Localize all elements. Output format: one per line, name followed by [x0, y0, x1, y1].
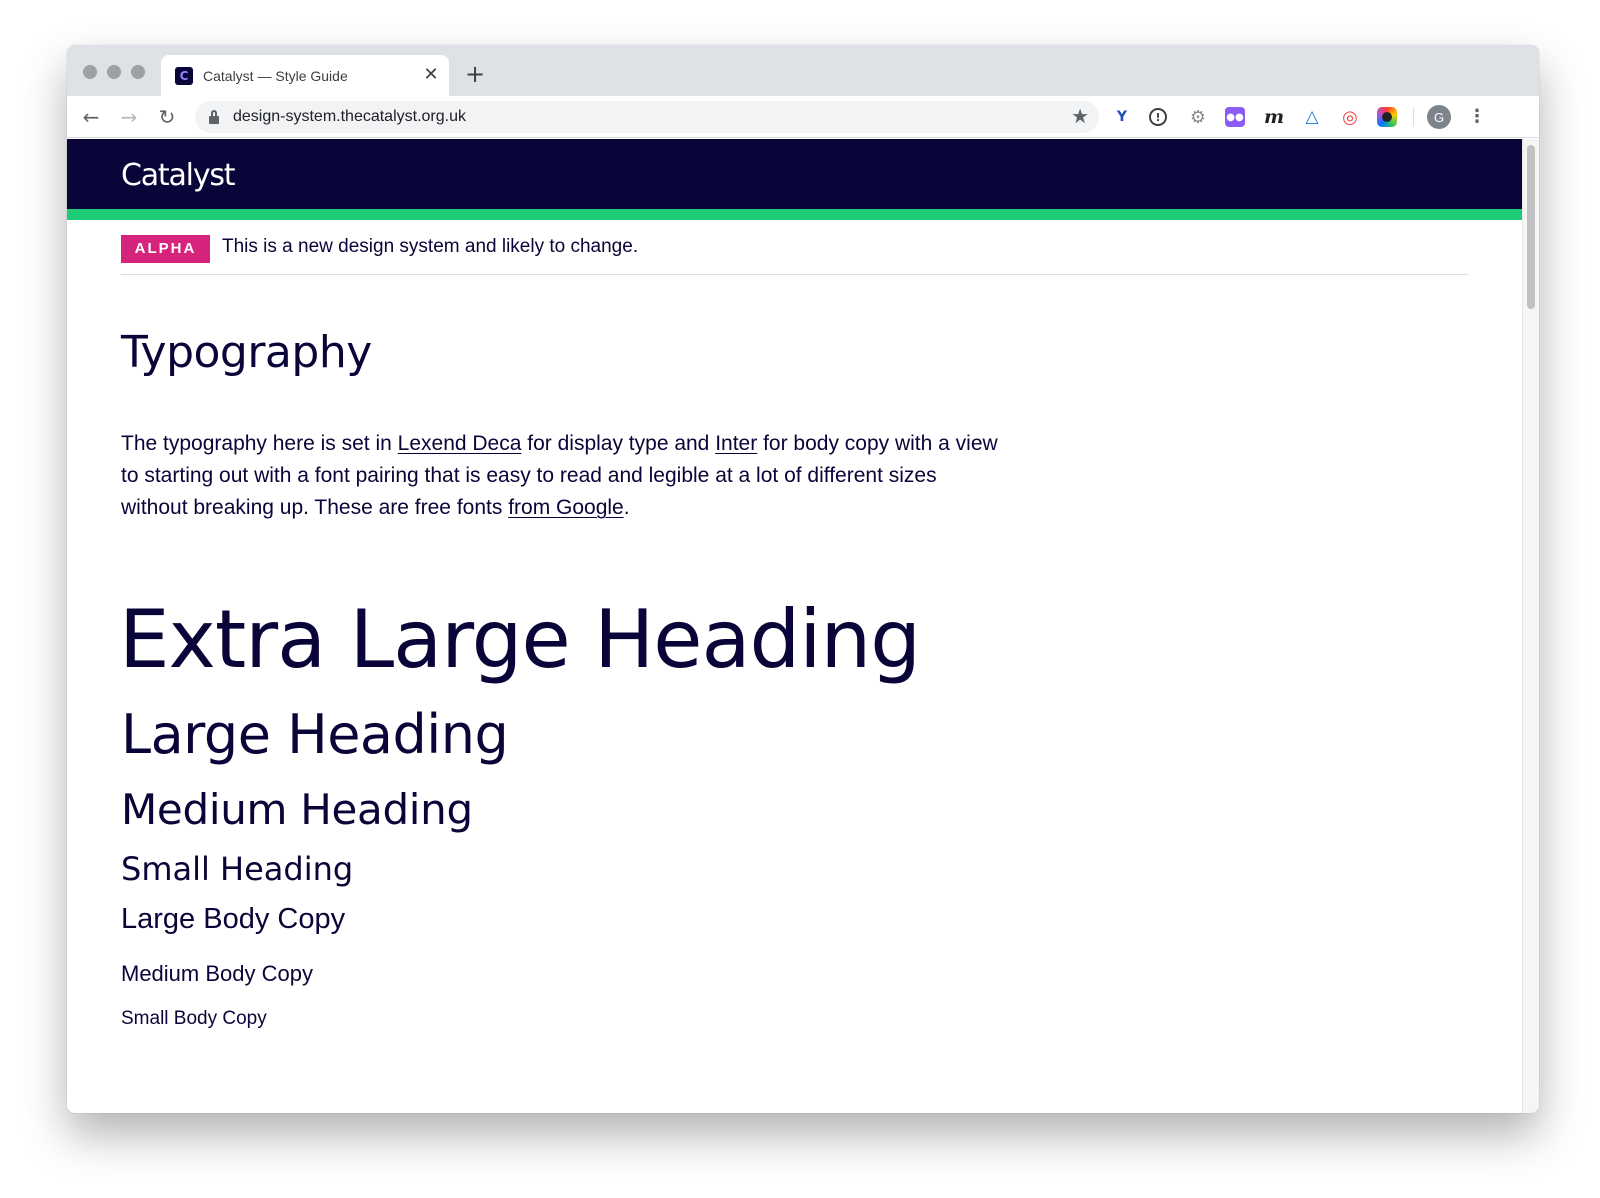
maximize-window-button[interactable]: [131, 65, 145, 79]
small-heading-sample: Small Heading: [121, 850, 354, 888]
header-accent-bar: [67, 209, 1522, 220]
page-title: Typography: [121, 327, 372, 378]
extension-purple-icon[interactable]: ●●: [1225, 107, 1245, 127]
extra-large-heading-sample: Extra Large Heading: [119, 593, 921, 686]
lock-icon[interactable]: [209, 110, 219, 124]
profile-avatar[interactable]: G: [1427, 105, 1451, 129]
extension-m-icon[interactable]: m: [1263, 106, 1285, 128]
large-body-copy-sample: Large Body Copy: [121, 903, 346, 935]
intro-text-4: .: [623, 496, 630, 519]
forward-arrow-icon[interactable]: →: [117, 105, 141, 129]
phase-banner-text: This is a new design system and likely t…: [222, 236, 639, 257]
intro-text-2: for display type and: [521, 432, 716, 455]
browser-menu-icon[interactable]: ⋮: [1465, 105, 1489, 129]
browser-window: C Catalyst — Style Guide ✕ + ← → ↻ desig…: [67, 45, 1539, 1113]
url-text[interactable]: design-system.thecatalyst.org.uk: [233, 108, 466, 126]
page-viewport: Catalyst ALPHA This is a new design syst…: [67, 139, 1522, 1113]
vertical-scrollbar[interactable]: [1522, 139, 1539, 1113]
address-bar[interactable]: design-system.thecatalyst.org.uk ★: [195, 101, 1099, 133]
extension-color-picker-icon[interactable]: [1377, 107, 1397, 127]
alpha-tag: ALPHA: [121, 235, 210, 263]
catalyst-favicon-icon: C: [175, 67, 193, 85]
tab-title: Catalyst — Style Guide: [203, 68, 348, 84]
medium-body-copy-sample: Medium Body Copy: [121, 961, 313, 986]
inter-link[interactable]: Inter: [715, 432, 757, 455]
minimize-window-button[interactable]: [107, 65, 121, 79]
large-heading-sample: Large Heading: [121, 703, 509, 766]
scrollbar-thumb[interactable]: [1527, 145, 1535, 309]
phase-banner: ALPHA This is a new design system and li…: [121, 220, 1468, 275]
bookmark-star-icon[interactable]: ★: [1071, 104, 1089, 128]
close-window-button[interactable]: [83, 65, 97, 79]
site-logo[interactable]: Catalyst: [121, 158, 236, 193]
new-tab-icon[interactable]: +: [463, 62, 487, 86]
reload-icon[interactable]: ↻: [155, 105, 179, 129]
toolbar-divider: [1413, 108, 1414, 126]
small-body-copy-sample: Small Body Copy: [121, 1008, 267, 1029]
extension-red-swirl-icon[interactable]: ◎: [1339, 106, 1361, 128]
site-header: Catalyst: [67, 139, 1522, 209]
extension-y-icon[interactable]: Y: [1111, 106, 1133, 128]
tab-strip: C Catalyst — Style Guide ✕ +: [67, 45, 1539, 96]
extension-info-icon[interactable]: !: [1149, 108, 1167, 126]
browser-toolbar: ← → ↻ design-system.thecatalyst.org.uk ★…: [67, 96, 1539, 138]
extension-gear-icon[interactable]: ⚙: [1187, 106, 1209, 128]
lexend-deca-link[interactable]: Lexend Deca: [398, 432, 522, 455]
google-fonts-link[interactable]: from Google: [508, 496, 624, 519]
back-arrow-icon[interactable]: ←: [79, 105, 103, 129]
browser-tab-active[interactable]: C Catalyst — Style Guide ✕: [161, 55, 449, 96]
intro-text-1: The typography here is set in: [121, 432, 398, 455]
intro-paragraph: The typography here is set in Lexend Dec…: [121, 428, 1001, 524]
close-tab-icon[interactable]: ✕: [419, 63, 443, 87]
medium-heading-sample: Medium Heading: [121, 785, 473, 834]
extension-triangle-icon[interactable]: △: [1301, 106, 1323, 128]
